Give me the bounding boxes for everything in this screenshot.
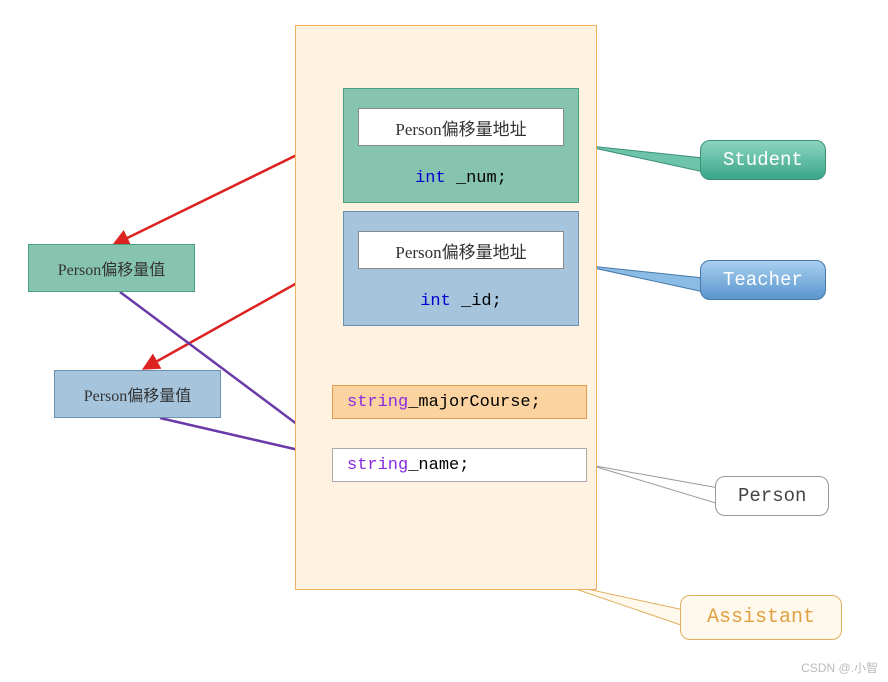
person-callout: Person <box>715 476 829 516</box>
name-row: string _name; <box>332 448 587 482</box>
teacher-addr-label: Person偏移量地址 <box>395 238 526 263</box>
teacher-block: Person偏移量地址 int _id; <box>343 211 579 326</box>
assistant-callout-label: Assistant <box>707 606 815 629</box>
student-offset-addr: Person偏移量地址 <box>358 108 564 146</box>
teacher-member-name: _id; <box>451 292 502 311</box>
string-keyword: string <box>347 393 408 412</box>
name-member: _name; <box>408 456 469 475</box>
person-callout-label: Person <box>738 485 806 507</box>
student-member: int _num; <box>344 169 578 188</box>
offset-value-student: Person偏移量值 <box>28 244 195 292</box>
student-callout: Student <box>700 140 826 180</box>
int-keyword: int <box>415 169 446 188</box>
student-addr-label: Person偏移量地址 <box>395 115 526 140</box>
assistant-callout: Assistant <box>680 595 842 640</box>
offset-value-teacher: Person偏移量值 <box>54 370 221 418</box>
major-course-row: string _majorCourse; <box>332 385 587 419</box>
teacher-offset-addr: Person偏移量地址 <box>358 231 564 269</box>
teacher-callout-label: Teacher <box>723 269 803 291</box>
major-course-name: _majorCourse; <box>408 393 541 412</box>
int-keyword: int <box>420 292 451 311</box>
teacher-callout: Teacher <box>700 260 826 300</box>
string-keyword: string <box>347 456 408 475</box>
student-block: Person偏移量地址 int _num; <box>343 88 579 203</box>
teacher-member: int _id; <box>344 292 578 311</box>
offset-green-label: Person偏移量值 <box>58 256 166 280</box>
offset-blue-label: Person偏移量值 <box>84 382 192 406</box>
watermark: CSDN @.小智 <box>801 659 878 676</box>
student-callout-label: Student <box>723 149 803 171</box>
student-member-name: _num; <box>446 169 507 188</box>
